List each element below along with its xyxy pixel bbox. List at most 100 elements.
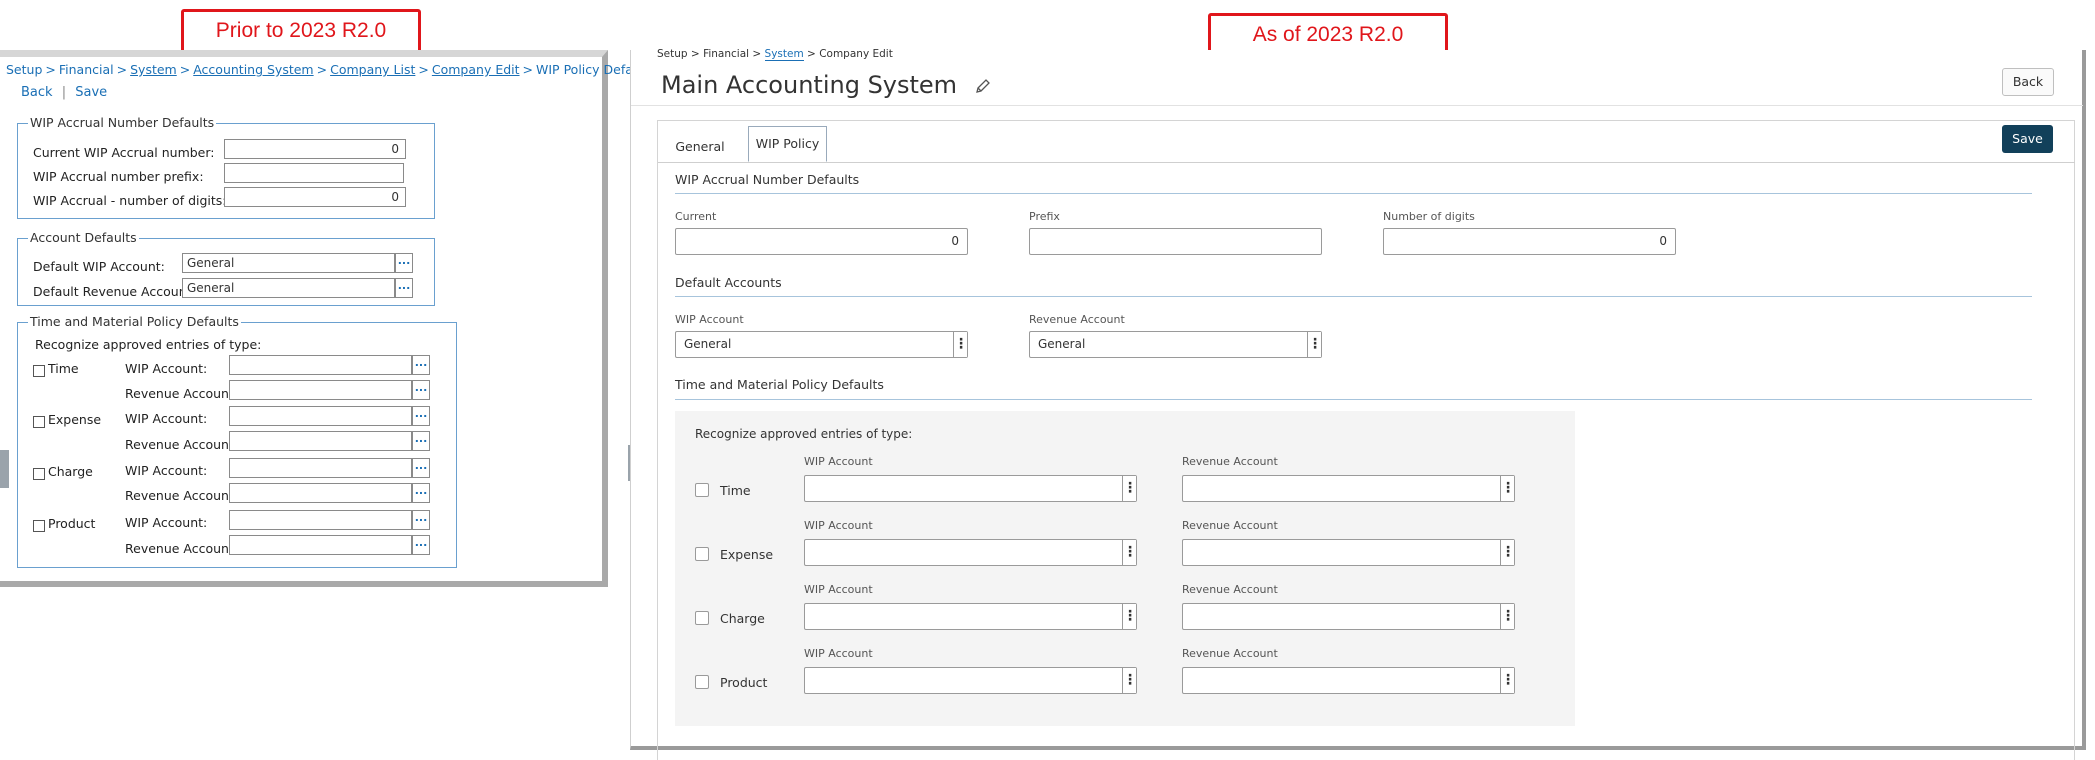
crumb-financial[interactable]: Financial — [59, 62, 114, 77]
new-crumb-system[interactable]: System — [764, 48, 804, 61]
product-checkbox[interactable] — [695, 675, 709, 689]
old-default-revenue-lookup-button[interactable]: ... — [395, 278, 413, 298]
old-expense-revenue-label: Revenue Account: — [125, 437, 239, 452]
expense-revenue-kebab-icon[interactable]: ⋮ — [1500, 540, 1515, 565]
old-current-label: Current WIP Accrual number: — [33, 145, 215, 160]
current-label: Current — [675, 210, 717, 223]
new-crumb-sep: > — [807, 48, 816, 60]
old-time-label: Time — [48, 361, 79, 376]
charge-revenue-kebab-icon[interactable]: ⋮ — [1500, 604, 1515, 629]
charge-label: Charge — [720, 611, 765, 626]
revenue-account-kebab-icon[interactable]: ⋮ — [1307, 332, 1322, 357]
old-ui-panel: Setup > Financial > System > Accounting System… — [0, 50, 656, 587]
old-product-label: Product — [48, 516, 96, 531]
wip-account-label: WIP Account — [675, 313, 744, 326]
charge-checkbox[interactable] — [695, 611, 709, 625]
back-button[interactable]: Back — [2002, 68, 2054, 96]
old-expense-revenue-input[interactable] — [229, 431, 412, 451]
old-expense-wip-label: WIP Account: — [125, 411, 208, 426]
new-crumb-financial[interactable]: Financial — [703, 48, 749, 60]
time-revenue-kebab-icon[interactable]: ⋮ — [1500, 476, 1515, 501]
old-default-wip-lookup-button[interactable]: ... — [395, 253, 413, 273]
old-time-revenue-input[interactable] — [229, 380, 412, 400]
expense-revenue-select[interactable]: ⋮ — [1182, 539, 1515, 566]
old-product-revenue-lookup-button[interactable]: ... — [412, 535, 430, 555]
current-input[interactable]: 0 — [675, 228, 968, 255]
crumb-setup[interactable]: Setup — [6, 62, 42, 77]
prefix-label: Prefix — [1029, 210, 1060, 223]
old-default-wip-input[interactable]: General — [182, 253, 395, 273]
wip-account-select[interactable]: General ⋮ — [675, 331, 968, 358]
tab-general[interactable]: General — [667, 132, 733, 162]
crumb-company-edit[interactable]: Company Edit — [432, 62, 520, 77]
charge-revenue-select[interactable]: ⋮ — [1182, 603, 1515, 630]
revenue-account-select[interactable]: General ⋮ — [1029, 331, 1322, 358]
new-breadcrumb: Setup > Financial > System > Company Edi… — [657, 48, 893, 61]
old-save-link[interactable]: Save — [75, 85, 107, 100]
old-charge-revenue-input[interactable] — [229, 483, 412, 503]
old-charge-wip-input[interactable] — [229, 458, 412, 478]
crumb-accounting-system[interactable]: Accounting System — [193, 62, 313, 77]
wip-account-kebab-icon[interactable]: ⋮ — [953, 332, 968, 357]
new-crumb-setup[interactable]: Setup — [657, 48, 688, 60]
old-default-revenue-input[interactable]: General — [182, 278, 395, 298]
expense-wip-kebab-icon[interactable]: ⋮ — [1122, 540, 1137, 565]
time-wip-select[interactable]: ⋮ — [804, 475, 1137, 502]
expense-revenue-label: Revenue Account — [1182, 519, 1278, 532]
callout-current: As of 2023 R2.0 — [1208, 13, 1448, 55]
tm-policy-section-title: Time and Material Policy Defaults — [675, 377, 884, 392]
old-expense-revenue-lookup-button[interactable]: ... — [412, 431, 430, 451]
wip-account-value: General — [684, 337, 732, 351]
tab-wip-policy[interactable]: WIP Policy — [748, 126, 827, 162]
product-revenue-select[interactable]: ⋮ — [1182, 667, 1515, 694]
time-wip-kebab-icon[interactable]: ⋮ — [1122, 476, 1137, 501]
old-expense-wip-lookup-button[interactable]: ... — [412, 406, 430, 426]
old-product-wip-input[interactable] — [229, 510, 412, 530]
old-charge-label: Charge — [48, 464, 93, 479]
old-breadcrumb: Setup > Financial > System > Accounting System… — [6, 62, 656, 77]
old-expense-wip-input[interactable] — [229, 406, 412, 426]
product-wip-select[interactable]: ⋮ — [804, 667, 1137, 694]
header-divider — [631, 105, 2083, 106]
expense-wip-select[interactable]: ⋮ — [804, 539, 1137, 566]
digits-input[interactable]: 0 — [1383, 228, 1676, 255]
old-digits-input[interactable]: 0 — [224, 187, 406, 207]
old-product-checkbox[interactable] — [33, 520, 45, 532]
old-product-revenue-input[interactable] — [229, 535, 412, 555]
product-wip-kebab-icon[interactable]: ⋮ — [1122, 668, 1137, 693]
old-collapse-handle[interactable] — [0, 450, 9, 488]
expense-checkbox[interactable] — [695, 547, 709, 561]
charge-revenue-label: Revenue Account — [1182, 583, 1278, 596]
crumb-system[interactable]: System — [130, 62, 177, 77]
old-product-wip-lookup-button[interactable]: ... — [412, 510, 430, 530]
page-title-text: Main Accounting System — [661, 71, 958, 99]
wip-accrual-section-rule — [675, 193, 2032, 194]
save-button[interactable]: Save — [2002, 125, 2053, 153]
time-label: Time — [720, 483, 751, 498]
old-charge-revenue-lookup-button[interactable]: ... — [412, 483, 430, 503]
old-charge-checkbox[interactable] — [33, 468, 45, 480]
recognize-label: Recognize approved entries of type: — [695, 427, 913, 441]
old-time-wip-input[interactable] — [229, 355, 412, 375]
old-expense-checkbox[interactable] — [33, 416, 45, 428]
old-prefix-input[interactable] — [224, 163, 404, 183]
product-revenue-kebab-icon[interactable]: ⋮ — [1500, 668, 1515, 693]
old-charge-revenue-label: Revenue Account: — [125, 488, 239, 503]
old-charge-wip-lookup-button[interactable]: ... — [412, 458, 430, 478]
charge-wip-select[interactable]: ⋮ — [804, 603, 1137, 630]
product-revenue-label: Revenue Account — [1182, 647, 1278, 660]
prefix-input[interactable] — [1029, 228, 1322, 255]
old-back-link[interactable]: Back — [21, 85, 53, 100]
old-time-revenue-label: Revenue Account: — [125, 386, 239, 401]
crumb-company-list[interactable]: Company List — [330, 62, 415, 77]
time-revenue-select[interactable]: ⋮ — [1182, 475, 1515, 502]
pencil-icon[interactable] — [975, 72, 991, 100]
old-time-revenue-lookup-button[interactable]: ... — [412, 380, 430, 400]
wip-accrual-section-title: WIP Accrual Number Defaults — [675, 172, 860, 187]
time-checkbox[interactable] — [695, 483, 709, 497]
old-time-checkbox[interactable] — [33, 365, 45, 377]
old-current-input[interactable]: 0 — [224, 139, 406, 159]
digits-label: Number of digits — [1383, 210, 1475, 223]
old-time-wip-lookup-button[interactable]: ... — [412, 355, 430, 375]
charge-wip-kebab-icon[interactable]: ⋮ — [1122, 604, 1137, 629]
